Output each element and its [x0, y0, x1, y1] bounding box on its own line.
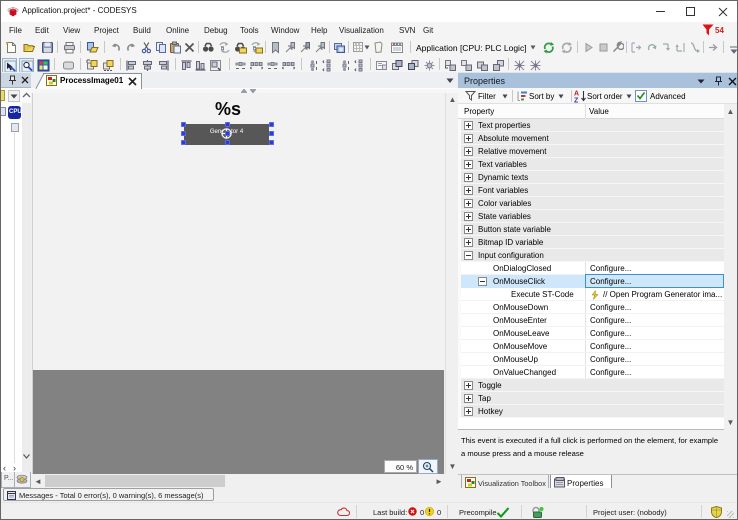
- svg-text:Z: Z: [574, 98, 579, 104]
- svg-text:B: B: [221, 46, 225, 52]
- svg-text:A: A: [574, 91, 579, 98]
